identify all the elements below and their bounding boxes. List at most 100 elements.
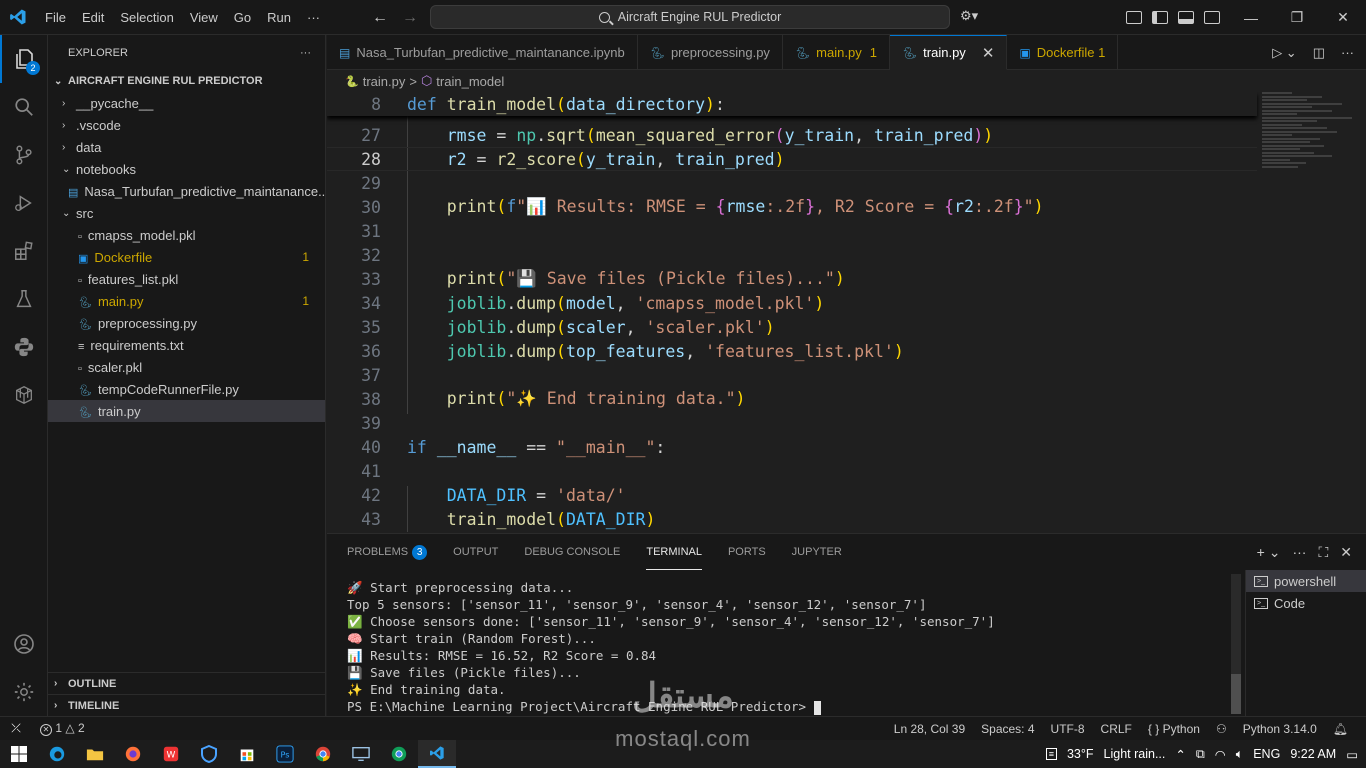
file-explorer-icon[interactable] bbox=[76, 740, 114, 768]
extensions-icon[interactable] bbox=[0, 227, 48, 275]
python-icon[interactable] bbox=[0, 323, 48, 371]
panel-tab-jupyter[interactable]: JUPYTER bbox=[792, 534, 842, 570]
windows-start-icon[interactable] bbox=[0, 740, 38, 768]
search-view-icon[interactable] bbox=[0, 83, 48, 131]
more-actions-icon[interactable]: ··· bbox=[1341, 45, 1354, 60]
code-line[interactable]: 37 bbox=[327, 363, 1257, 387]
close-window-icon[interactable]: ✕ bbox=[1320, 0, 1366, 35]
code-line[interactable]: 43 train_model(DATA_DIR) bbox=[327, 507, 1257, 531]
panel-tab-debug-console[interactable]: DEBUG CONSOLE bbox=[524, 534, 620, 570]
code-line[interactable]: 39 bbox=[327, 411, 1257, 435]
panel-more-icon[interactable]: ··· bbox=[1292, 544, 1306, 560]
vscode-taskbar-icon[interactable] bbox=[418, 740, 456, 768]
run-debug-icon[interactable] bbox=[0, 179, 48, 227]
minimize-icon[interactable]: — bbox=[1228, 0, 1274, 35]
weather-description[interactable]: Light rain... bbox=[1104, 747, 1166, 761]
sticky-scroll-header[interactable]: 8 def train_model(data_directory): bbox=[327, 92, 1257, 116]
menu-more[interactable]: ··· bbox=[299, 0, 328, 35]
menu-edit[interactable]: Edit bbox=[74, 0, 112, 35]
tree-file[interactable]: 🐍︎ main.py 1 bbox=[48, 290, 325, 312]
cursor-position[interactable]: Ln 28, Col 39 bbox=[886, 722, 973, 736]
explorer-icon[interactable]: 2 bbox=[0, 35, 48, 83]
language-mode[interactable]: { } Python bbox=[1140, 722, 1208, 736]
end-of-line[interactable]: CRLF bbox=[1093, 722, 1140, 736]
code-line[interactable]: 42 DATA_DIR = 'data/' bbox=[327, 483, 1257, 507]
breadcrumb-file[interactable]: train.py bbox=[363, 74, 406, 89]
remote-indicator-icon[interactable]: ⤫ bbox=[0, 717, 32, 741]
network-icon[interactable]: ⧉ bbox=[1196, 747, 1205, 762]
code-line[interactable]: 35 joblib.dump(scaler, 'scaler.pkl') bbox=[327, 315, 1257, 339]
close-panel-icon[interactable]: ✕ bbox=[1340, 544, 1352, 561]
code-editor[interactable]: 27 rmse = np.sqrt(mean_squared_error(y_t… bbox=[327, 92, 1366, 532]
terminal-scrollbar[interactable] bbox=[1231, 574, 1241, 714]
docker-containers-icon[interactable] bbox=[0, 371, 48, 419]
python-interpreter[interactable]: Python 3.14.0 bbox=[1235, 722, 1325, 736]
maximize-panel-icon[interactable]: ⛶ bbox=[1318, 544, 1328, 561]
code-line[interactable]: 30 print(f"📊 Results: RMSE = {rmse:.2f},… bbox=[327, 195, 1257, 219]
forward-arrow-icon[interactable]: → bbox=[402, 9, 418, 27]
encoding[interactable]: UTF-8 bbox=[1043, 722, 1093, 736]
tree-file[interactable]: 🐍︎ preprocessing.py bbox=[48, 312, 325, 334]
tray-chevron-up-icon[interactable]: ⌃ bbox=[1175, 747, 1185, 762]
editor-tab[interactable]: 🐍︎ main.py 1 bbox=[783, 35, 890, 70]
tree-folder[interactable]: › __pycache__ bbox=[48, 92, 325, 114]
editor-tab[interactable]: 🐍︎ preprocessing.py bbox=[638, 35, 783, 70]
run-python-file-icon[interactable]: ▷ ⌄ bbox=[1272, 45, 1297, 61]
toggle-sidebar-icon[interactable] bbox=[1152, 11, 1168, 24]
editor-tab[interactable]: 🐍︎ train.py ✕ bbox=[889, 35, 1008, 70]
notifications-bell-icon[interactable]: 🔔︎ bbox=[1325, 722, 1356, 736]
toggle-panel-icon[interactable] bbox=[1178, 11, 1194, 24]
wps-office-icon[interactable]: W bbox=[152, 740, 190, 768]
python-env-icon[interactable]: ⚇ bbox=[1208, 722, 1235, 736]
terminal-item-powershell[interactable]: >_ powershell bbox=[1246, 570, 1366, 592]
split-editor-icon[interactable]: ◫ bbox=[1313, 45, 1325, 61]
panel-tab-output[interactable]: OUTPUT bbox=[453, 534, 498, 570]
settings-gear-icon[interactable] bbox=[0, 668, 48, 716]
new-terminal-icon[interactable]: + ⌄ bbox=[1257, 544, 1281, 561]
tree-file[interactable]: 🐍︎ train.py bbox=[48, 400, 325, 422]
testing-flask-icon[interactable] bbox=[0, 275, 48, 323]
tree-file[interactable]: ≡ requirements.txt bbox=[48, 334, 325, 356]
code-line[interactable]: 32 bbox=[327, 243, 1257, 267]
copilot-icon[interactable]: ⚙︎▾ bbox=[960, 8, 978, 24]
indentation[interactable]: Spaces: 4 bbox=[973, 722, 1042, 736]
panel-tab-ports[interactable]: PORTS bbox=[728, 534, 766, 570]
tree-file[interactable]: ▫ features_list.pkl bbox=[48, 268, 325, 290]
tree-folder[interactable]: ⌄ notebooks bbox=[48, 158, 325, 180]
tree-file[interactable]: 🐍︎ tempCodeRunnerFile.py bbox=[48, 378, 325, 400]
terminal-output[interactable]: 🚀 Start preprocessing data... Top 5 senso… bbox=[347, 580, 1227, 716]
panel-tab-terminal[interactable]: TERMINAL bbox=[646, 534, 702, 570]
code-line[interactable]: 28 r2 = r2_score(y_train, train_pred) bbox=[327, 147, 1257, 171]
code-line[interactable]: 40 if __name__ == "__main__": bbox=[327, 435, 1257, 459]
source-control-icon[interactable] bbox=[0, 131, 48, 179]
back-arrow-icon[interactable]: ← bbox=[372, 9, 388, 27]
volume-icon[interactable]: 🔈︎ bbox=[1236, 747, 1244, 762]
microsoft-store-icon[interactable] bbox=[228, 740, 266, 768]
security-shield-icon[interactable] bbox=[190, 740, 228, 768]
tree-file[interactable]: ▤ Nasa_Turbufan_predictive_maintanance...… bbox=[48, 180, 325, 202]
editor-tab[interactable]: ▤ Nasa_Turbufan_predictive_maintanance.ip… bbox=[327, 35, 638, 70]
problems-status[interactable]: ✕ 1 △ 2 bbox=[32, 721, 93, 736]
editor-tab[interactable]: ▣ Dockerfile 1 bbox=[1007, 35, 1119, 70]
terminal-item-code[interactable]: >_ Code bbox=[1246, 592, 1366, 614]
notification-icon[interactable]: ▭ bbox=[1346, 747, 1358, 762]
code-line[interactable]: 27 rmse = np.sqrt(mean_squared_error(y_t… bbox=[327, 123, 1257, 147]
panel-tab-problems[interactable]: PROBLEMS 3 bbox=[347, 534, 428, 570]
minimap[interactable] bbox=[1262, 92, 1362, 192]
weather-temperature[interactable]: 33°F bbox=[1067, 747, 1094, 761]
edge-browser-icon[interactable] bbox=[38, 740, 76, 768]
restore-icon[interactable]: ❐ bbox=[1274, 0, 1320, 35]
menu-run[interactable]: Run bbox=[259, 0, 299, 35]
code-line[interactable]: 38 print("✨ End training data.") bbox=[327, 387, 1257, 411]
breadcrumb-symbol[interactable]: train_model bbox=[436, 74, 504, 89]
chrome-icon[interactable] bbox=[304, 740, 342, 768]
tree-folder[interactable]: › data bbox=[48, 136, 325, 158]
command-center-search[interactable]: Aircraft Engine RUL Predictor bbox=[430, 5, 950, 29]
code-line[interactable]: 31 bbox=[327, 219, 1257, 243]
menu-file[interactable]: File bbox=[37, 0, 74, 35]
input-language[interactable]: ENG bbox=[1253, 747, 1280, 761]
close-tab-icon[interactable]: ✕ bbox=[982, 44, 995, 62]
tree-file[interactable]: ▫ cmapss_model.pkl bbox=[48, 224, 325, 246]
accounts-icon[interactable] bbox=[0, 620, 48, 668]
code-line[interactable]: 36 joblib.dump(top_features, 'features_l… bbox=[327, 339, 1257, 363]
